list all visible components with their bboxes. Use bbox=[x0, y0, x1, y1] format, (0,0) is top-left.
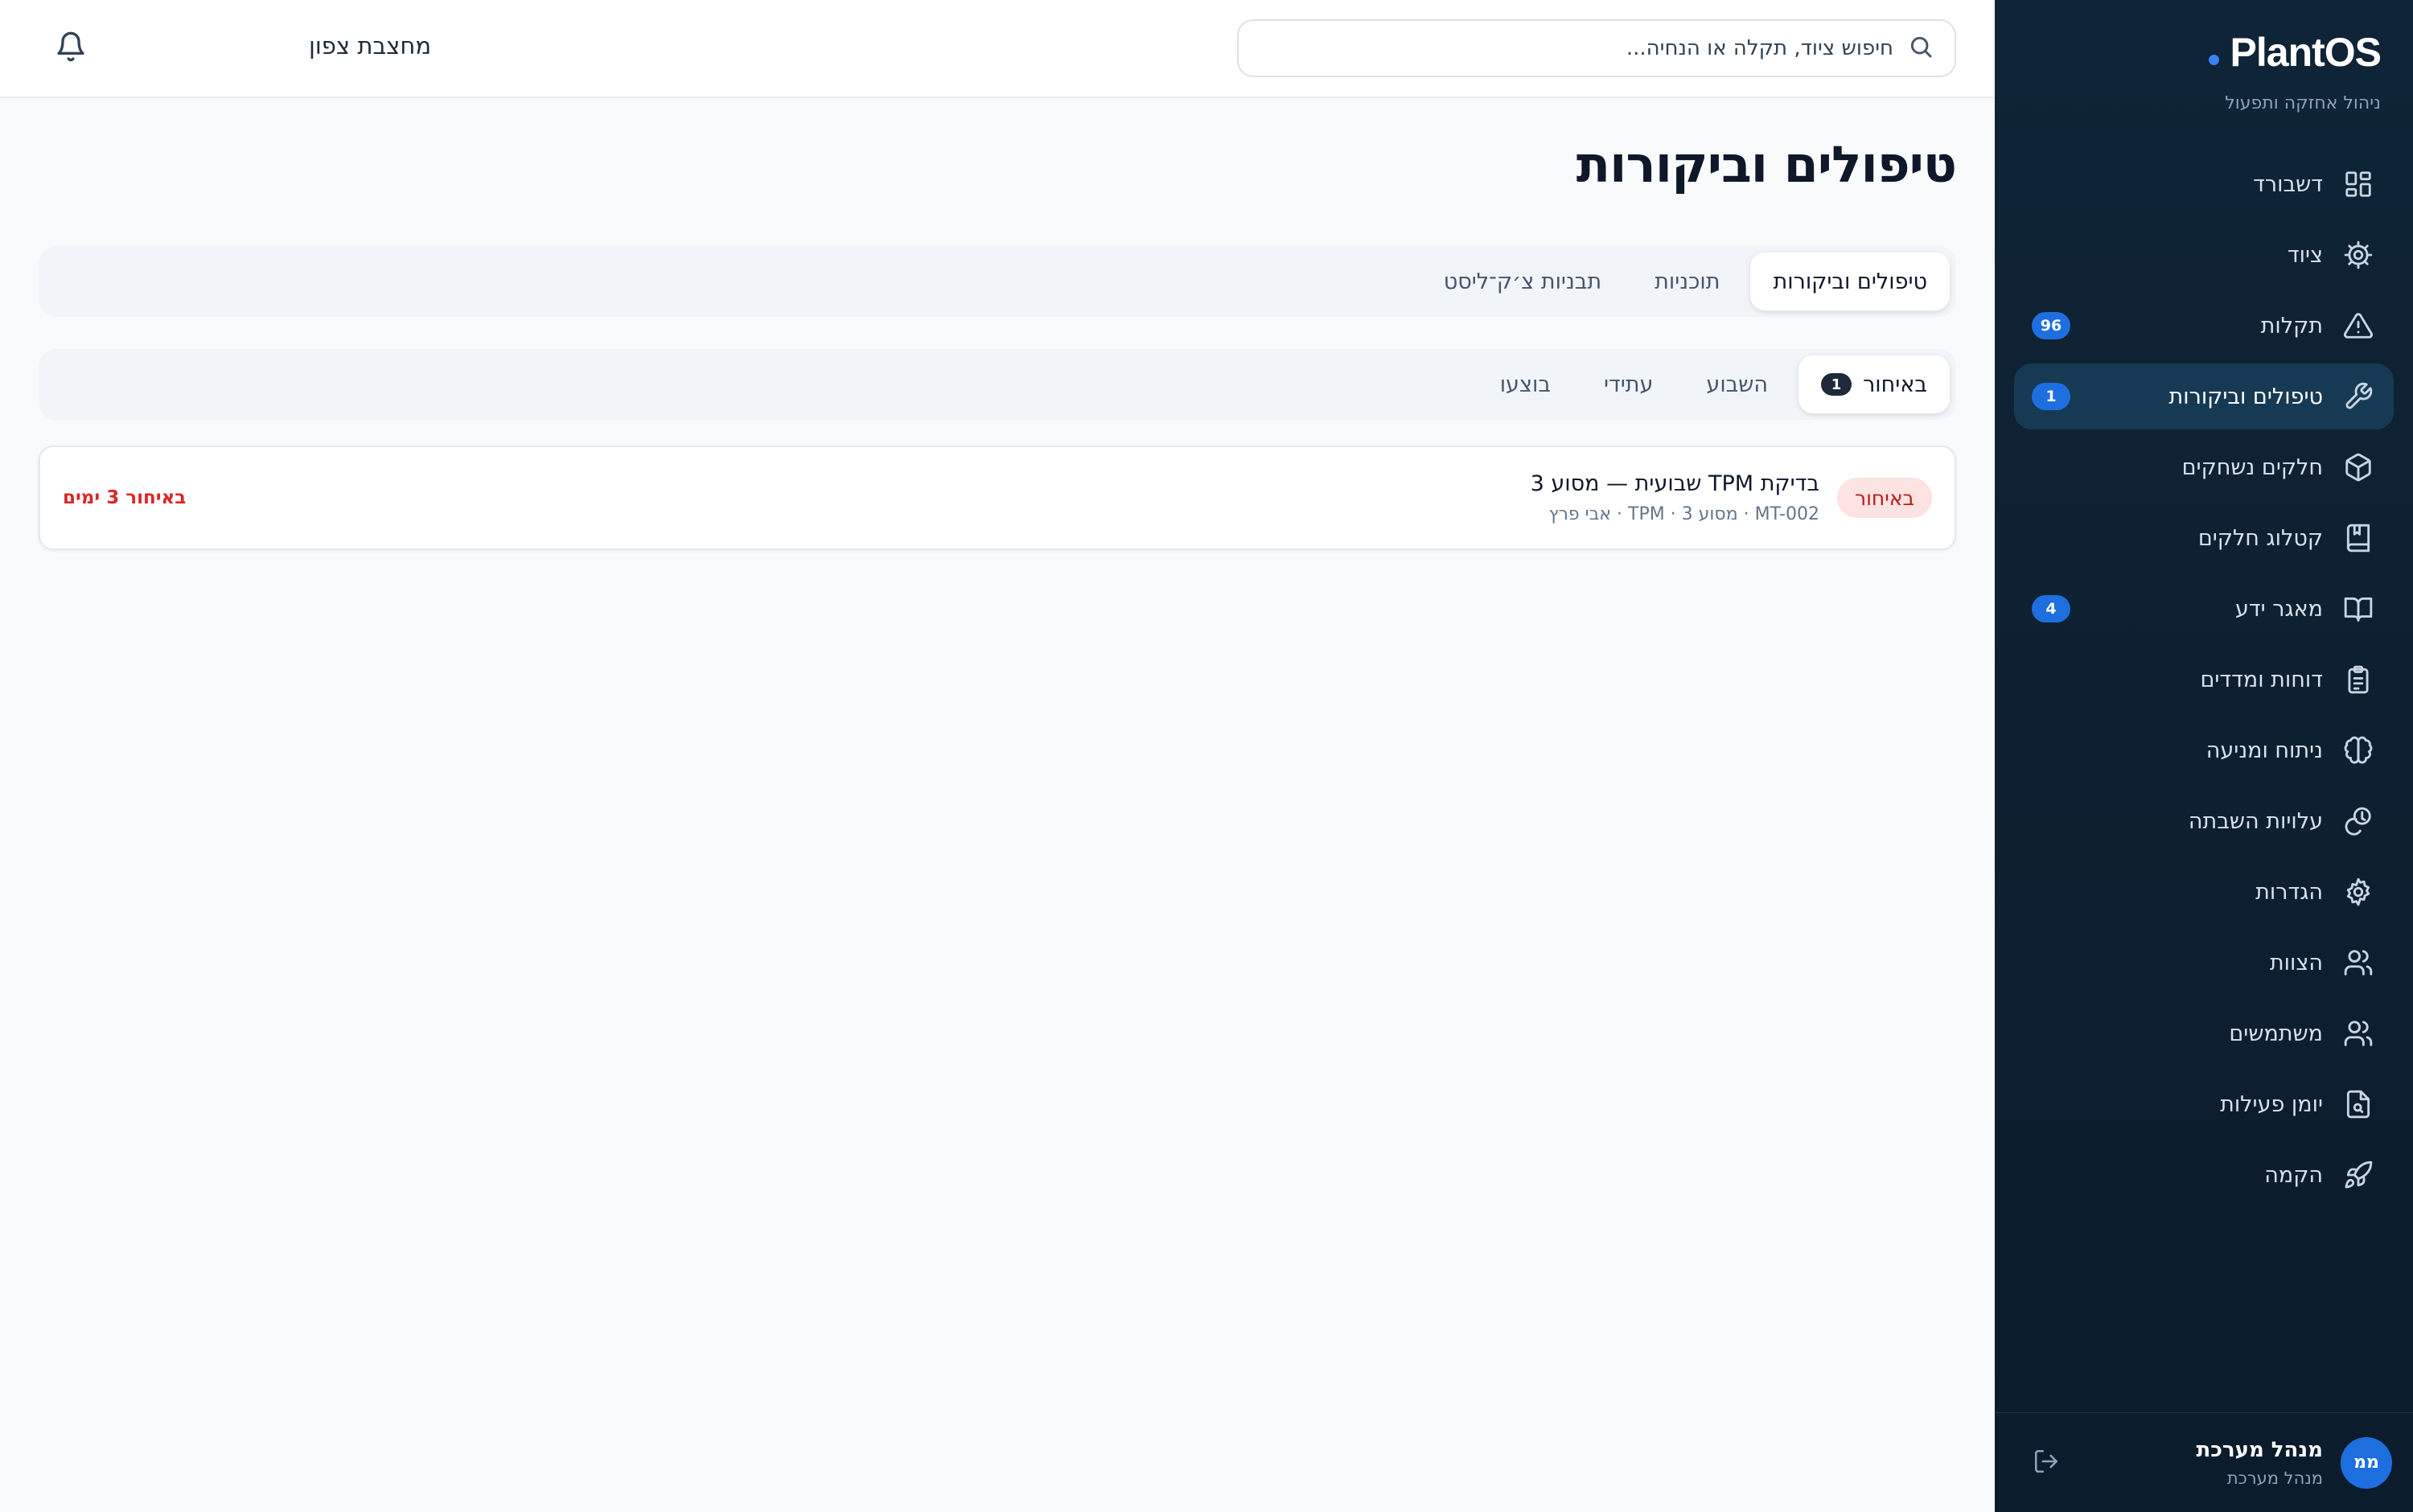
item-details: בדיקת TPM שבועית — מסוע 3 MT-002 · מסוע … bbox=[186, 471, 1819, 524]
bell-icon bbox=[55, 31, 87, 66]
file-search-icon bbox=[2342, 1088, 2374, 1120]
sidebar-nav: דשבורד ציוד תקלות 96 טיפולים וביקורות 1 … bbox=[2014, 151, 2394, 1213]
sidebar-item-activity-log[interactable]: יומן פעילות bbox=[2014, 1071, 2394, 1137]
tab-plans[interactable]: תוכניות bbox=[1632, 253, 1742, 310]
user-panel: ממ מנהל מערכת מנהל מערכת bbox=[1995, 1412, 2413, 1512]
brand-name: PlantOS bbox=[2230, 30, 2382, 75]
logout-icon bbox=[2033, 1448, 2060, 1478]
sidebar-item-label: חלקים נשחקים bbox=[2181, 454, 2323, 480]
box-icon bbox=[2342, 451, 2374, 483]
sidebar-item-label: ניתוח ומניעה bbox=[2205, 738, 2323, 763]
sidebar-item-knowledge-base[interactable]: מאגר ידע 4 bbox=[2014, 576, 2394, 642]
brand-subtitle: ניהול אחזקה ותפעול bbox=[2225, 93, 2381, 113]
tab-label: בוצעו bbox=[1499, 372, 1551, 397]
sidebar-item-wear-parts[interactable]: חלקים נשחקים bbox=[2014, 434, 2394, 500]
sidebar-item-label: תקלות bbox=[2260, 313, 2323, 339]
sidebar-item-label: עלויות השבתה bbox=[2188, 808, 2323, 834]
users-icon bbox=[2342, 1017, 2374, 1050]
search-icon bbox=[1908, 34, 1934, 63]
item-title: בדיקת TPM שבועית — מסוע 3 bbox=[1530, 471, 1819, 496]
brand-dot-icon bbox=[2208, 54, 2219, 65]
user-info: מנהל מערכת מנהל מערכת bbox=[2196, 1438, 2323, 1488]
brain-icon bbox=[2342, 734, 2374, 766]
nav-badge: 4 bbox=[2032, 595, 2070, 622]
sidebar-item-label: משתמשים bbox=[2229, 1021, 2323, 1046]
tab-maintenance[interactable]: טיפולים וביקורות bbox=[1750, 253, 1950, 310]
tab-completed[interactable]: בוצעו bbox=[1478, 355, 1573, 413]
coins-icon bbox=[2342, 805, 2374, 837]
user-name: מנהל מערכת bbox=[2196, 1437, 2323, 1462]
wrench-icon bbox=[2342, 380, 2374, 413]
notifications-button[interactable] bbox=[51, 31, 87, 66]
main-tabs: טיפולים וביקורות תוכניות תבניות צ׳ק־ליסט bbox=[39, 246, 1956, 317]
sidebar-item-settings[interactable]: הגדרות bbox=[2014, 859, 2394, 925]
sidebar-item-downtime-costs[interactable]: עלויות השבתה bbox=[2014, 788, 2394, 854]
tab-label: עתידי bbox=[1603, 372, 1654, 397]
sidebar-item-label: מאגר ידע bbox=[2234, 596, 2323, 622]
tab-this-week[interactable]: השבוע bbox=[1683, 355, 1790, 413]
sidebar-item-label: ציוד bbox=[2287, 242, 2323, 268]
cog-icon bbox=[2342, 239, 2374, 271]
nav-badge: 96 bbox=[2032, 312, 2070, 339]
brand: PlantOS ניהול אחזקה ותפעול bbox=[2208, 29, 2382, 113]
page-title: טיפולים וביקורות bbox=[1576, 135, 1957, 194]
brand-logo[interactable]: PlantOS bbox=[2208, 29, 2382, 76]
dashboard-icon bbox=[2342, 168, 2374, 200]
sidebar-item-maintenance[interactable]: טיפולים וביקורות 1 bbox=[2014, 364, 2394, 429]
clipboard-icon bbox=[2342, 664, 2374, 696]
team-icon bbox=[2342, 947, 2374, 979]
list-item[interactable]: באיחור בדיקת TPM שבועית — מסוע 3 MT-002 … bbox=[39, 446, 1956, 550]
tab-label: תוכניות bbox=[1655, 269, 1720, 294]
logout-button[interactable] bbox=[2030, 1447, 2062, 1479]
sidebar-item-analysis[interactable]: ניתוח ומניעה bbox=[2014, 717, 2394, 783]
sidebar-item-label: דוחות ומדדים bbox=[2200, 667, 2323, 692]
rocket-icon bbox=[2342, 1159, 2374, 1191]
sidebar-item-users[interactable]: משתמשים bbox=[2014, 1000, 2394, 1066]
site-selector[interactable]: מחצבת צפון bbox=[309, 32, 431, 60]
status-filter-tabs: באיחור 1 השבוע עתידי בוצעו bbox=[39, 349, 1956, 420]
nav-badge: 1 bbox=[2032, 383, 2070, 410]
user-role: מנהל מערכת bbox=[2226, 1468, 2323, 1488]
sidebar-item-team[interactable]: הצוות bbox=[2014, 930, 2394, 996]
sidebar-item-label: טיפולים וביקורות bbox=[2168, 384, 2323, 409]
item-meta: MT-002 · מסוע 3 · TPM · אבי פרץ bbox=[1548, 504, 1819, 524]
sidebar-item-faults[interactable]: תקלות 96 bbox=[2014, 293, 2394, 359]
settings-icon bbox=[2342, 876, 2374, 908]
sidebar-item-label: הצוות bbox=[2269, 950, 2323, 976]
topbar: מחצבת צפון bbox=[0, 0, 1995, 98]
search-box[interactable] bbox=[1237, 19, 1956, 77]
sidebar-item-label: דשבורד bbox=[2253, 171, 2323, 197]
sidebar-item-label: הקמה bbox=[2264, 1162, 2323, 1188]
sidebar-item-label: קטלוג חלקים bbox=[2197, 525, 2323, 551]
tab-label: באיחור bbox=[1863, 372, 1927, 397]
sidebar-item-dashboard[interactable]: דשבורד bbox=[2014, 151, 2394, 217]
sidebar-item-setup[interactable]: הקמה bbox=[2014, 1142, 2394, 1208]
sidebar: PlantOS ניהול אחזקה ותפעול דשבורד ציוד ת… bbox=[1995, 0, 2413, 1512]
sidebar-item-label: הגדרות bbox=[2255, 879, 2323, 905]
tab-label: תבניות צ׳ק־ליסט bbox=[1443, 269, 1602, 294]
overdue-note: באיחור 3 ימים bbox=[63, 487, 187, 508]
tab-count-badge: 1 bbox=[1821, 373, 1852, 396]
main-content: טיפולים וביקורות טיפולים וביקורות תוכניו… bbox=[0, 98, 1995, 1512]
sidebar-item-label: יומן פעילות bbox=[2220, 1091, 2323, 1117]
status-badge: באיחור bbox=[1836, 478, 1932, 518]
sidebar-item-parts-catalog[interactable]: קטלוג חלקים bbox=[2014, 505, 2394, 571]
warning-triangle-icon bbox=[2342, 310, 2374, 342]
sidebar-item-reports[interactable]: דוחות ומדדים bbox=[2014, 647, 2394, 713]
tab-overdue[interactable]: באיחור 1 bbox=[1798, 355, 1950, 413]
avatar[interactable]: ממ bbox=[2341, 1436, 2392, 1489]
sidebar-item-equipment[interactable]: ציוד bbox=[2014, 222, 2394, 288]
search-input[interactable] bbox=[1255, 36, 1893, 60]
open-book-icon bbox=[2342, 593, 2374, 625]
tab-label: טיפולים וביקורות bbox=[1773, 269, 1927, 294]
tab-checklist-templates[interactable]: תבניות צ׳ק־ליסט bbox=[1421, 253, 1624, 310]
tab-label: השבוע bbox=[1706, 372, 1769, 397]
book-icon bbox=[2342, 522, 2374, 554]
tab-upcoming[interactable]: עתידי bbox=[1581, 355, 1675, 413]
